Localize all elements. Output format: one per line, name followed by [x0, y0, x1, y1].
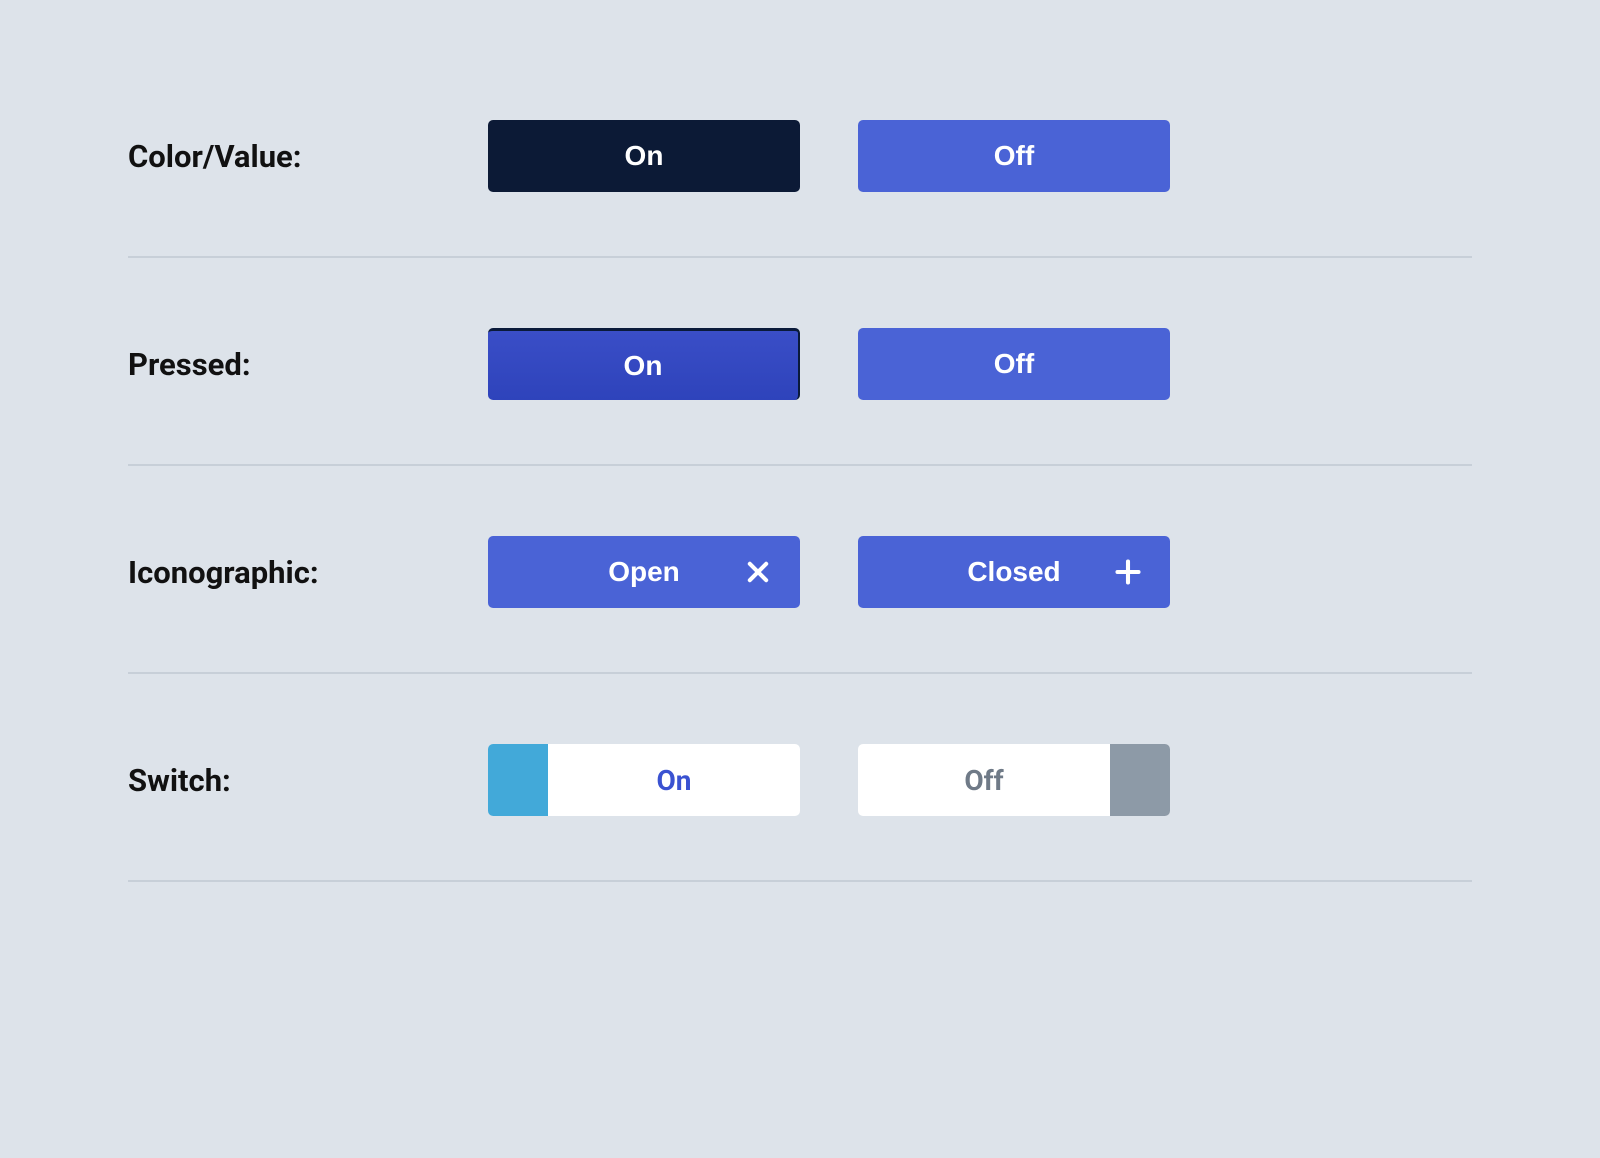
color-value-on-button[interactable]: On	[488, 120, 800, 192]
pressed-on-button[interactable]: On	[488, 328, 800, 400]
controls-iconographic: Open Closed	[488, 536, 1170, 608]
switch-on[interactable]: On	[488, 744, 800, 816]
switch-off[interactable]: Off	[858, 744, 1170, 816]
controls-color-value: On Off	[488, 120, 1170, 192]
pressed-off-button[interactable]: Off	[858, 328, 1170, 400]
switch-handle-off	[1110, 744, 1170, 816]
iconographic-closed-text: Closed	[967, 556, 1060, 588]
iconographic-open-button[interactable]: Open	[488, 536, 800, 608]
label-pressed: Pressed:	[128, 346, 488, 383]
switch-off-label: Off	[858, 744, 1110, 816]
plus-icon	[1114, 558, 1142, 586]
color-value-off-button[interactable]: Off	[858, 120, 1170, 192]
switch-on-label: On	[548, 744, 800, 816]
row-switch: Switch: On Off	[128, 744, 1472, 882]
label-iconographic: Iconographic:	[128, 554, 488, 591]
iconographic-closed-button[interactable]: Closed	[858, 536, 1170, 608]
row-iconographic: Iconographic: Open Closed	[128, 536, 1472, 674]
row-pressed: Pressed: On Off	[128, 328, 1472, 466]
row-color-value: Color/Value: On Off	[128, 120, 1472, 258]
controls-switch: On Off	[488, 744, 1170, 816]
iconographic-open-text: Open	[608, 556, 680, 588]
switch-handle-on	[488, 744, 548, 816]
label-switch: Switch:	[128, 762, 488, 799]
close-icon	[744, 558, 772, 586]
controls-pressed: On Off	[488, 328, 1170, 400]
label-color-value: Color/Value:	[128, 138, 488, 175]
